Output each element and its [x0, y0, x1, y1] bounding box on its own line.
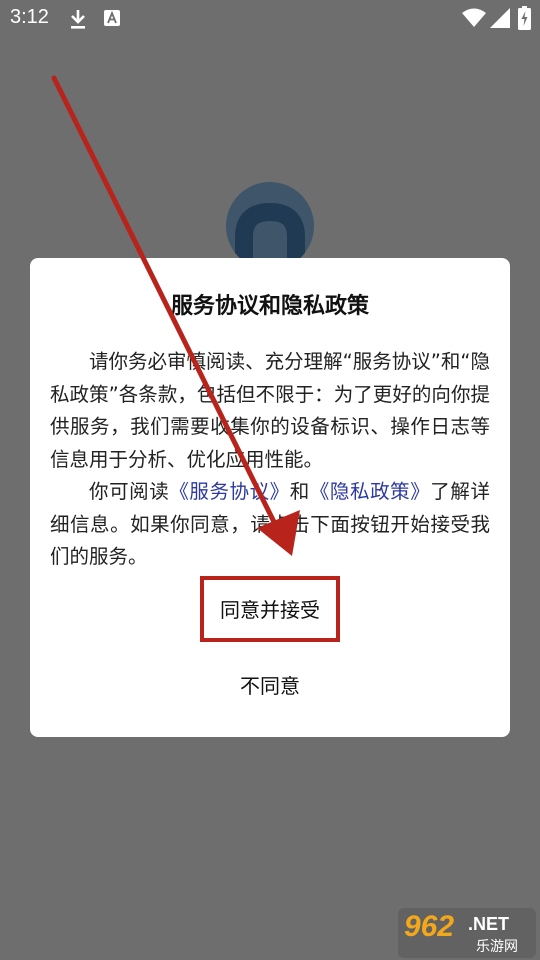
battery-charging-icon — [518, 6, 531, 30]
watermark-domain: .NET — [468, 914, 510, 934]
a-notification-icon — [104, 10, 120, 26]
app-logo — [226, 182, 314, 270]
watermark-number: 962 — [404, 910, 455, 943]
dialog-body: 请你务必审慎阅读、充分理解“服务协议”和“隐私政策”各条款，包括但不限于：为了更… — [50, 346, 490, 574]
watermark-subtitle: 乐游网 — [476, 939, 518, 955]
disagree-button[interactable]: 不同意 — [30, 664, 510, 708]
dialog-paragraph-1: 请你务必审慎阅读、充分理解“服务协议”和“隐私政策”各条款，包括但不限于：为了更… — [50, 350, 490, 471]
status-time: 3:12 — [10, 6, 49, 28]
download-icon — [71, 10, 85, 29]
site-watermark: 962 .NET 乐游网 — [398, 908, 536, 958]
service-agreement-link[interactable]: 《服务协议》 — [169, 480, 289, 503]
dialog-title: 服务协议和隐私政策 — [170, 294, 369, 319]
privacy-policy-link[interactable]: 《隐私政策》 — [310, 480, 430, 503]
consent-dialog: 服务协议和隐私政策 请你务必审慎阅读、充分理解“服务协议”和“隐私政策”各条款，… — [30, 258, 510, 737]
wifi-icon — [462, 8, 486, 27]
para2-prefix: 你可阅读 — [89, 480, 170, 503]
dialog-paragraph-2: 你可阅读《服务协议》和《隐私政策》了解详细信息。如果你同意，请点击下面按钮开始接… — [50, 476, 490, 574]
signal-icon — [490, 8, 510, 28]
para2-and: 和 — [289, 480, 310, 503]
status-bar: 3:12 — [0, 0, 540, 38]
agree-button[interactable]: 同意并接受 — [30, 588, 510, 632]
